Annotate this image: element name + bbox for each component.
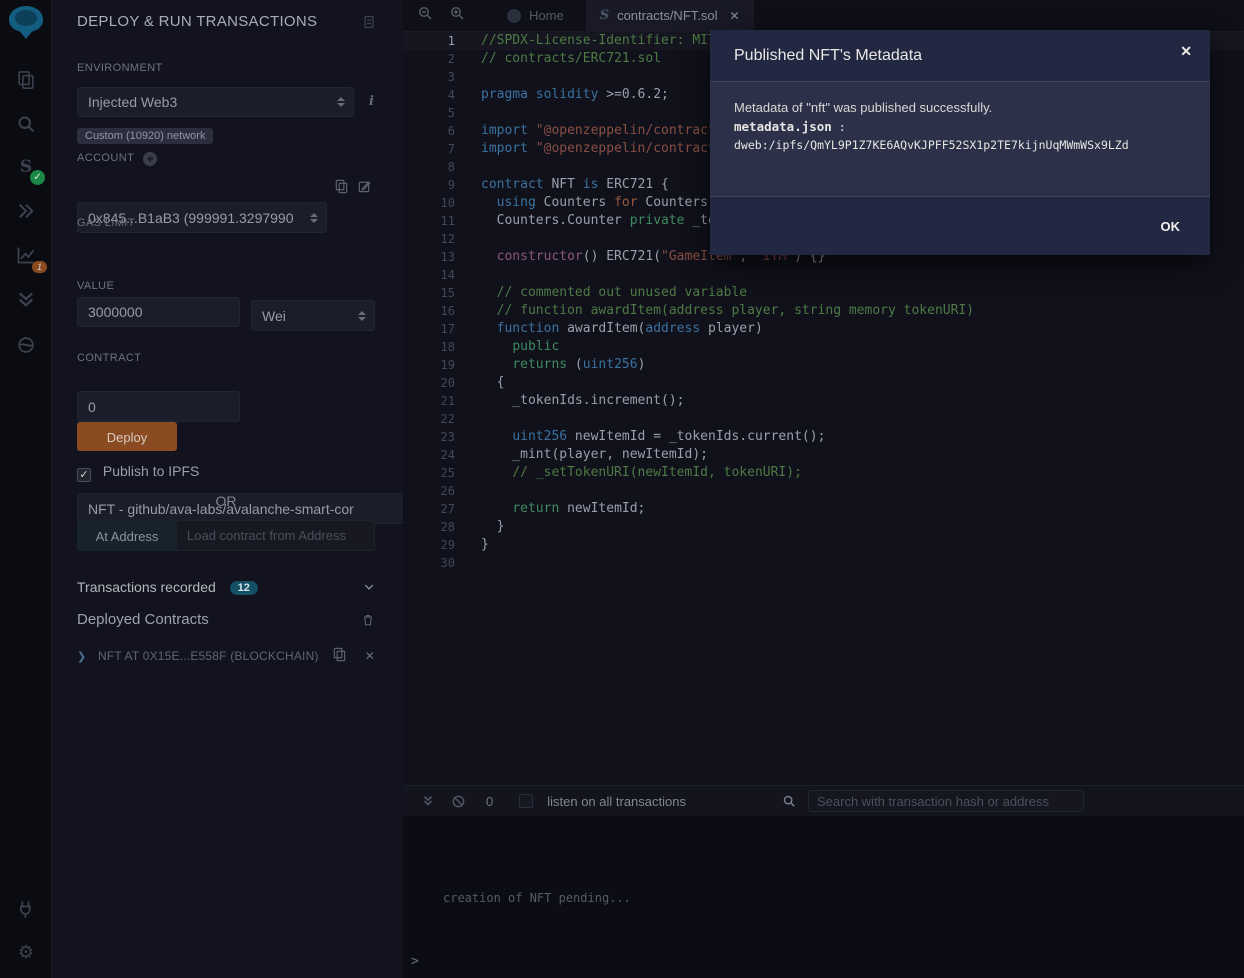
close-tab-icon[interactable]: ✕ xyxy=(730,9,740,23)
value-unit-select[interactable]: Wei xyxy=(251,300,375,331)
code-line[interactable]: 18 public xyxy=(403,338,1244,356)
panel-title: DEPLOY & RUN TRANSACTIONS xyxy=(77,13,375,30)
copy-account-icon[interactable] xyxy=(334,179,349,199)
code-line[interactable]: 30 xyxy=(403,554,1244,572)
terminal-log-line: creation of NFT pending... xyxy=(443,891,631,905)
editor-tabbar: Home S contracts/NFT.sol ✕ xyxy=(403,0,1244,32)
search-icon[interactable] xyxy=(12,110,40,138)
code-line[interactable]: 14 xyxy=(403,266,1244,284)
code-line[interactable]: 24 _mint(player, newItemId); xyxy=(403,446,1244,464)
deploy-run-icon[interactable] xyxy=(12,197,40,225)
gas-limit-label: GAS LIMIT xyxy=(77,217,375,229)
solidity-file-icon: S xyxy=(600,8,609,23)
transactions-count-badge: 12 xyxy=(230,581,258,595)
tab-home[interactable]: Home xyxy=(493,0,578,31)
published-metadata-modal: Published NFT's Metadata ✕ Metadata of "… xyxy=(710,30,1210,255)
terminal-prompt[interactable]: > xyxy=(411,954,419,969)
clear-console-icon[interactable] xyxy=(451,794,466,809)
code-line[interactable]: 15 // commented out unused variable xyxy=(403,284,1244,302)
metadata-file-name: metadata.json xyxy=(734,119,832,134)
code-line[interactable]: 28 } xyxy=(403,518,1244,536)
code-line[interactable]: 23 uint256 newItemId = _tokenIds.current… xyxy=(403,428,1244,446)
remix-ide-app: S ✓ 1 ⚙ DEPLOY & RUN TRANSACTIONS ENVIRO… xyxy=(0,0,1244,978)
environment-info-icon[interactable]: i xyxy=(369,94,374,109)
ipfs-url: dweb:/ipfs/QmYL9P1Z7KE6AQvKJPFF52SX1p2TE… xyxy=(734,137,1186,154)
listen-transactions-label: listen on all transactions xyxy=(547,794,686,809)
edit-account-icon[interactable] xyxy=(357,179,372,199)
pending-tx-count: 0 xyxy=(486,794,493,809)
account-label: ACCOUNT xyxy=(77,152,134,164)
tab-nft-sol[interactable]: S contracts/NFT.sol ✕ xyxy=(586,0,754,31)
collapse-terminal-icon[interactable] xyxy=(421,794,435,808)
remix-home-icon xyxy=(507,9,521,23)
contract-label: CONTRACT xyxy=(77,352,375,364)
value-label: VALUE xyxy=(77,280,375,292)
code-line[interactable]: 19 returns (uint256) xyxy=(403,356,1244,374)
code-line[interactable]: 17 function awardItem(address player) xyxy=(403,320,1244,338)
environment-label: ENVIRONMENT xyxy=(77,62,375,74)
plugin-manager-icon[interactable] xyxy=(12,895,40,923)
code-line[interactable]: 27 return newItemId; xyxy=(403,500,1244,518)
code-line[interactable]: 25 // _setTokenURI(newItemId, tokenURI); xyxy=(403,464,1244,482)
code-line[interactable]: 20 { xyxy=(403,374,1244,392)
transactions-recorded-row[interactable]: Transactions recorded 12 xyxy=(77,579,375,595)
code-line[interactable]: 21 _tokenIds.increment(); xyxy=(403,392,1244,410)
code-line[interactable]: 22 xyxy=(403,410,1244,428)
modal-message: Metadata of "nft" was published successf… xyxy=(734,99,1186,118)
code-line[interactable]: 29} xyxy=(403,536,1244,554)
value-input[interactable]: 0 xyxy=(77,391,240,422)
listen-transactions-checkbox[interactable] xyxy=(519,794,533,808)
modal-close-icon[interactable]: ✕ xyxy=(1180,43,1192,60)
terminal-search-icon xyxy=(782,794,796,808)
publish-ipfs-label: Publish to IPFS xyxy=(103,463,200,479)
remove-contract-icon[interactable]: ✕ xyxy=(365,649,375,663)
add-account-icon[interactable]: + xyxy=(143,152,157,166)
network-badge: Custom (10920) network xyxy=(77,128,213,144)
static-analysis-icon[interactable] xyxy=(12,285,40,313)
code-line[interactable]: 16 // function awardItem(address player,… xyxy=(403,302,1244,320)
select-arrows-icon xyxy=(337,97,345,107)
docs-icon[interactable] xyxy=(361,14,377,35)
copy-contract-icon[interactable] xyxy=(332,647,347,665)
chevron-right-icon[interactable]: ❯ xyxy=(77,651,86,663)
chevron-down-icon[interactable] xyxy=(363,581,375,593)
at-address-button[interactable]: At Address xyxy=(77,520,177,551)
zoom-out-icon[interactable] xyxy=(417,5,433,26)
solidity-compiler-icon[interactable]: S ✓ xyxy=(12,153,40,181)
select-arrows-icon xyxy=(358,311,366,321)
zoom-in-icon[interactable] xyxy=(449,5,465,26)
deployed-contract-label: NFT AT 0X15E...E558F (BLOCKCHAIN) xyxy=(98,649,319,663)
trash-icon[interactable] xyxy=(361,613,375,627)
icon-sidebar: S ✓ 1 ⚙ xyxy=(0,0,52,978)
analytics-count-badge: 1 xyxy=(32,261,47,273)
at-address-input[interactable]: Load contract from Address xyxy=(177,520,375,551)
modal-title: Published NFT's Metadata xyxy=(734,47,922,65)
gas-limit-input[interactable]: 3000000 xyxy=(77,297,240,327)
terminal-search-input[interactable]: Search with transaction hash or address xyxy=(808,790,1084,812)
deploy-run-panel: DEPLOY & RUN TRANSACTIONS ENVIRONMENT In… xyxy=(52,0,403,978)
compile-success-badge-icon: ✓ xyxy=(30,170,45,185)
terminal-pane: 0 listen on all transactions Search with… xyxy=(403,785,1244,978)
settings-icon[interactable]: ⚙ xyxy=(12,938,40,966)
publish-ipfs-checkbox[interactable]: ✓ xyxy=(77,468,91,482)
ok-button[interactable]: OK xyxy=(1155,218,1187,235)
transactions-recorded-label: Transactions recorded xyxy=(77,579,216,595)
analytics-icon[interactable]: 1 xyxy=(12,241,40,269)
deployed-contracts-label: Deployed Contracts xyxy=(77,611,209,628)
terminal-toolbar: 0 listen on all transactions Search with… xyxy=(403,786,1244,816)
or-separator: OR xyxy=(77,493,375,509)
debugger-icon[interactable] xyxy=(12,331,40,359)
deployed-contract-item[interactable]: ❯ NFT AT 0X15E...E558F (BLOCKCHAIN) ✕ xyxy=(77,649,375,663)
remix-logo-icon[interactable] xyxy=(7,6,45,44)
environment-select[interactable]: Injected Web3 xyxy=(77,87,354,117)
code-line[interactable]: 26 xyxy=(403,482,1244,500)
deploy-button[interactable]: Deploy xyxy=(77,422,177,451)
file-explorer-icon[interactable] xyxy=(12,66,40,94)
